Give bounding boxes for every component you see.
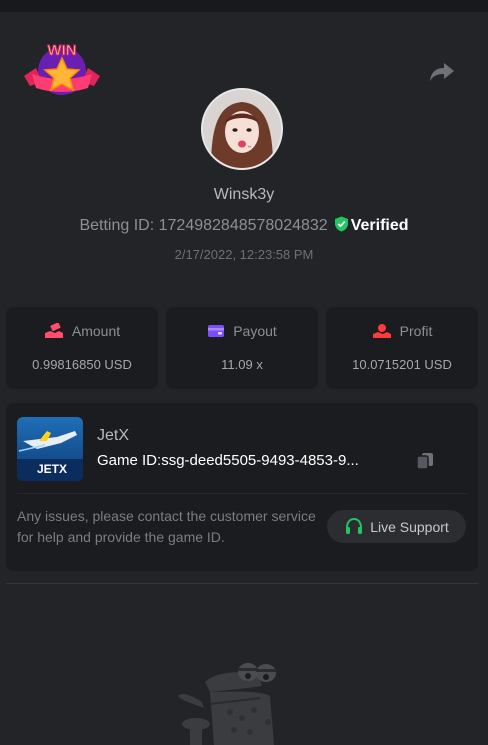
betting-id-row: Betting ID: 1724982848578024832 Verified — [0, 216, 488, 237]
game-id-value: ssg-deed5505-9493-4853-9... — [161, 452, 359, 469]
live-support-button[interactable]: Live Support — [327, 510, 466, 543]
stat-label-amount: Amount — [71, 323, 121, 339]
copy-icon[interactable] — [416, 452, 434, 470]
game-info-card: JETX JetX Game ID:ssg-deed5505-9493-4853… — [6, 403, 478, 571]
stat-card-payout: Payout 11.09 x — [166, 307, 318, 389]
stat-label-profit: Profit — [399, 323, 433, 339]
top-bar — [0, 0, 488, 12]
verified-label: Verified — [350, 217, 409, 234]
svg-text:WIN: WIN — [47, 42, 76, 59]
wallet-icon — [208, 325, 225, 337]
game-name: JetX — [97, 427, 130, 444]
section-divider — [6, 583, 478, 584]
amount-hand-icon — [44, 322, 63, 338]
stat-value-payout: 11.09 x — [221, 357, 263, 372]
share-arrow-icon[interactable] — [428, 60, 456, 84]
profit-hand-icon — [372, 324, 391, 338]
username: Winsk3y — [213, 186, 275, 203]
bet-detail-page: WIN Winsk3y Betting ID: 1724982848578024… — [0, 0, 488, 745]
crocodile-mascot-icon — [170, 652, 300, 745]
stat-card-profit: Profit 10.0715201 USD — [326, 307, 478, 389]
game-id-label: Game ID: — [97, 452, 162, 469]
live-support-label: Live Support — [370, 518, 449, 535]
betting-id-value: 1724982848578024832 — [158, 217, 328, 234]
win-badge-icon: WIN — [22, 38, 102, 100]
support-help-text: Any issues, please contact the customer … — [17, 508, 316, 545]
avatar — [201, 88, 283, 170]
bet-datetime: 2/17/2022, 12:23:58 PM — [174, 247, 314, 262]
stat-label-payout: Payout — [233, 323, 277, 339]
stat-value-amount: 0.99816850 USD — [32, 357, 132, 372]
card-divider — [17, 493, 467, 494]
headset-icon — [346, 517, 363, 534]
stat-card-amount: Amount 0.99816850 USD — [6, 307, 158, 389]
stat-value-profit: 10.0715201 USD — [352, 357, 452, 372]
betting-id-label: Betting ID: — [79, 217, 155, 234]
game-thumbnail[interactable]: JETX — [17, 417, 83, 481]
verified-shield-icon — [334, 216, 349, 237]
game-thumb-label: JETX — [37, 462, 67, 476]
game-id-row: Game ID:ssg-deed5505-9493-4853-9... — [97, 452, 407, 469]
